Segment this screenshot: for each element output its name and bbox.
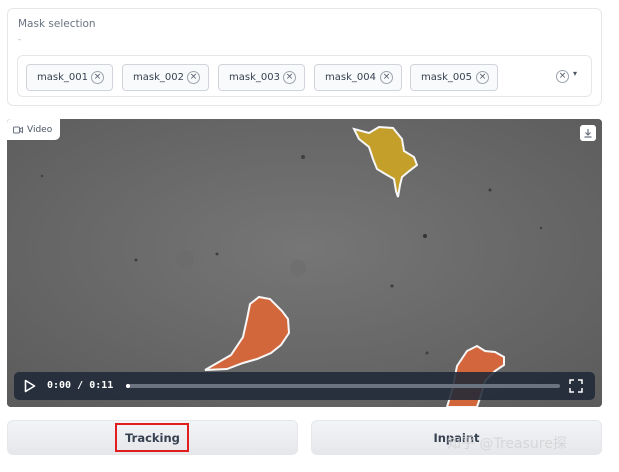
chip-mask-003: mask_003 × <box>218 64 305 91</box>
video-label: Video <box>27 124 53 135</box>
mask-selection-panel: Mask selection - mask_001 × mask_002 × m… <box>7 8 602 106</box>
chip-mask-004: mask_004 × <box>314 64 402 91</box>
mask-multiselect[interactable]: mask_001 × mask_002 × mask_003 × mask_00… <box>17 55 592 97</box>
download-icon <box>584 129 592 138</box>
chip-mask-002: mask_002 × <box>122 64 209 91</box>
remove-chip-icon[interactable]: × <box>380 71 393 84</box>
play-icon[interactable] <box>24 379 36 393</box>
chip-label: mask_005 <box>421 72 472 83</box>
seek-progress <box>126 384 131 388</box>
time-separator: / <box>77 380 84 391</box>
fullscreen-icon[interactable] <box>569 379 583 393</box>
video-controls: 0:00 / 0:11 <box>14 372 595 400</box>
chip-label: mask_003 <box>229 72 280 83</box>
chip-mask-001: mask_001 × <box>26 64 113 91</box>
current-time: 0:00 <box>47 380 72 391</box>
video-label-badge: Video <box>7 119 61 140</box>
video-camera-icon <box>13 126 23 133</box>
tracking-button[interactable]: Tracking <box>7 420 298 455</box>
chip-label: mask_004 <box>325 72 376 83</box>
chevron-down-icon[interactable]: ▾ <box>573 69 577 78</box>
remove-chip-icon[interactable]: × <box>283 71 296 84</box>
mask-selection-info: - <box>18 35 21 44</box>
remove-chip-icon[interactable]: × <box>91 71 104 84</box>
video-player[interactable]: Video 0:00 / 0:11 <box>7 119 602 407</box>
seek-bar[interactable] <box>126 384 560 388</box>
inpaint-button[interactable]: Inpaint <box>311 420 602 455</box>
remove-chip-icon[interactable]: × <box>476 71 489 84</box>
chip-label: mask_002 <box>133 72 184 83</box>
download-button[interactable] <box>580 125 596 141</box>
total-time: 0:11 <box>89 380 114 391</box>
mask-selection-label: Mask selection <box>18 18 96 30</box>
chip-mask-005: mask_005 × <box>410 64 498 91</box>
chip-label: mask_001 <box>37 72 88 83</box>
video-frame <box>7 119 602 407</box>
clear-all-icon[interactable]: × <box>556 70 569 83</box>
remove-chip-icon[interactable]: × <box>187 71 200 84</box>
time-display: 0:00 / 0:11 <box>47 380 113 391</box>
